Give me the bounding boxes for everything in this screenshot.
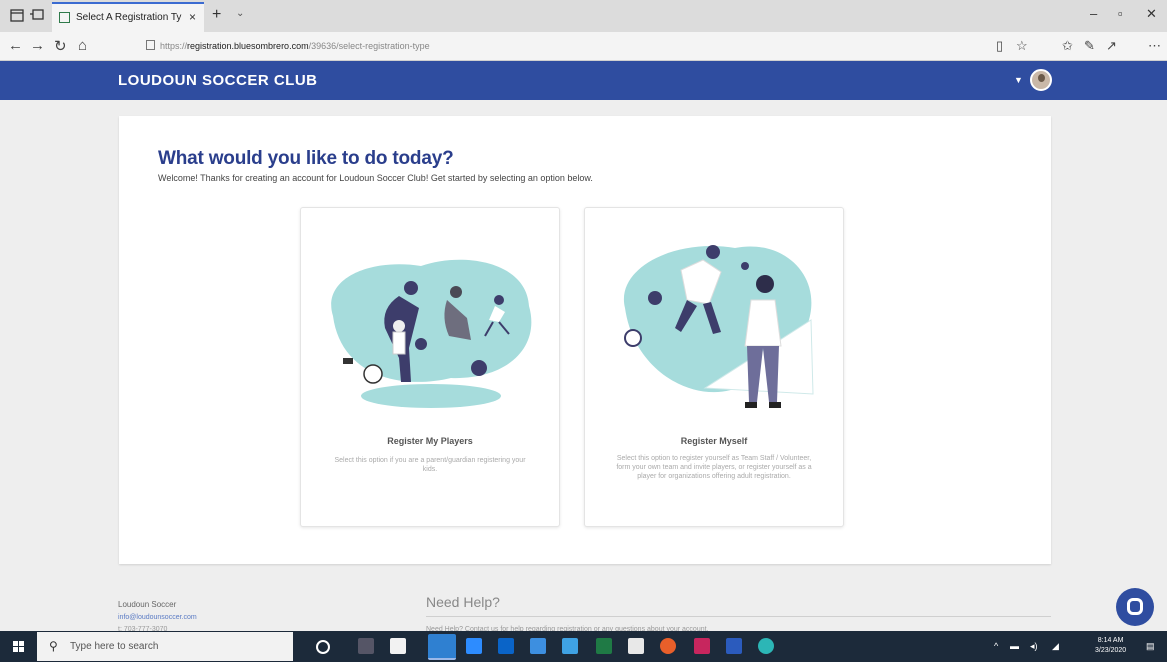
- new-tab-button[interactable]: +: [212, 6, 221, 24]
- edge-browser-icon[interactable]: [428, 634, 456, 660]
- dropbox-icon[interactable]: [530, 638, 546, 654]
- mail-icon[interactable]: [562, 638, 578, 654]
- family-illustration: [331, 259, 532, 408]
- option-description: Select this option to register yourself …: [616, 455, 812, 480]
- battery-icon[interactable]: ▬: [1010, 641, 1019, 651]
- tray-chevron-icon[interactable]: ^: [994, 641, 998, 651]
- brand-logo-text[interactable]: LOUDOUN SOCCER CLUB: [118, 72, 318, 89]
- favorites-icon[interactable]: ✩: [1062, 38, 1073, 54]
- notifications-icon[interactable]: ▤: [1146, 641, 1155, 652]
- chat-button[interactable]: [1116, 588, 1154, 626]
- tab-actions-icon[interactable]: [10, 9, 24, 22]
- search-placeholder: Type here to search: [70, 641, 159, 652]
- notes-icon[interactable]: ✎: [1084, 38, 1095, 54]
- tab-dropdown-icon[interactable]: ⌄: [236, 8, 244, 19]
- photos-icon[interactable]: [628, 638, 644, 654]
- set-aside-tabs-icon[interactable]: [30, 9, 44, 22]
- home-icon[interactable]: ⌂: [78, 37, 87, 54]
- url-field[interactable]: https://registration.bluesombrero.com/39…: [146, 40, 430, 51]
- task-view-icon[interactable]: [358, 638, 374, 654]
- taskbar-search-input[interactable]: ⚲ Type here to search: [37, 632, 293, 661]
- welcome-text: Welcome! Thanks for creating an account …: [158, 173, 593, 183]
- register-my-players-card[interactable]: Register My Players Select this option i…: [300, 207, 560, 527]
- avatar[interactable]: [1030, 69, 1052, 91]
- cortana-icon[interactable]: [316, 640, 330, 654]
- share-icon[interactable]: ↗: [1106, 38, 1117, 54]
- main-card: What would you like to do today? Welcome…: [119, 116, 1051, 564]
- clock-time: 8:14 AM: [1097, 637, 1124, 644]
- teams-icon[interactable]: [758, 638, 774, 654]
- page-title: What would you like to do today?: [158, 148, 454, 169]
- reading-view-icon[interactable]: ▯: [996, 38, 1003, 54]
- url-domain: registration.bluesombrero.com: [187, 41, 309, 51]
- user-menu-caret-icon[interactable]: ▼: [1014, 75, 1023, 85]
- store-icon[interactable]: [390, 638, 406, 654]
- browser-tab[interactable]: Select A Registration Ty ×: [52, 2, 204, 32]
- search-icon: ⚲: [49, 639, 58, 653]
- app-icon[interactable]: [694, 638, 710, 654]
- option-title: Register My Players: [387, 436, 473, 446]
- maximize-button[interactable]: ▫: [1118, 6, 1123, 21]
- option-description: Select this option if you are a parent/g…: [334, 457, 526, 473]
- windows-taskbar: ⚲ Type here to search ^ ▬ ◂) ◢ 8:14 AM 3…: [0, 631, 1167, 662]
- close-window-button[interactable]: ✕: [1146, 6, 1157, 22]
- clock-date: 3/23/2020: [1095, 647, 1127, 654]
- taskbar-clock[interactable]: 8:14 AM 3/23/2020: [1095, 636, 1126, 656]
- footer-org-name: Loudoun Soccer: [118, 600, 177, 609]
- outlook-icon[interactable]: [498, 638, 514, 654]
- need-help-heading: Need Help?: [426, 594, 500, 610]
- option-title: Register Myself: [680, 436, 748, 446]
- volume-icon[interactable]: ◂): [1030, 641, 1038, 652]
- url-path: /39636/select-registration-type: [308, 41, 430, 51]
- refresh-icon[interactable]: ↻: [54, 37, 67, 55]
- register-myself-card[interactable]: Register Myself Select this option to re…: [584, 207, 844, 527]
- url-prefix: https://: [160, 41, 188, 51]
- divider: [426, 616, 1051, 617]
- network-icon[interactable]: ◢: [1052, 641, 1059, 652]
- forward-icon[interactable]: →: [30, 37, 45, 54]
- back-icon[interactable]: ←: [8, 37, 23, 54]
- more-icon[interactable]: ⋯: [1148, 38, 1161, 54]
- excel-icon[interactable]: [596, 638, 612, 654]
- tab-title: Select A Registration Ty: [76, 12, 182, 23]
- tab-close-icon[interactable]: ×: [189, 10, 196, 24]
- address-bar-row: ← → ↻ ⌂ https://registration.bluesombrer…: [0, 32, 1167, 61]
- calendar-icon[interactable]: [466, 638, 482, 654]
- favorite-star-icon[interactable]: ☆: [1016, 38, 1028, 54]
- word-icon[interactable]: [726, 638, 742, 654]
- minimize-button[interactable]: –: [1090, 6, 1097, 21]
- chrome-icon[interactable]: [660, 638, 676, 654]
- browser-tab-bar: Select A Registration Ty × + ⌄ – ▫ ✕: [0, 0, 1167, 32]
- lock-icon: [146, 40, 155, 50]
- windows-start-icon[interactable]: [13, 641, 24, 652]
- footer-email-link[interactable]: info@loudounsoccer.com: [118, 614, 197, 621]
- site-header: LOUDOUN SOCCER CLUB ▼: [0, 61, 1167, 100]
- tab-favicon-icon: [59, 12, 70, 23]
